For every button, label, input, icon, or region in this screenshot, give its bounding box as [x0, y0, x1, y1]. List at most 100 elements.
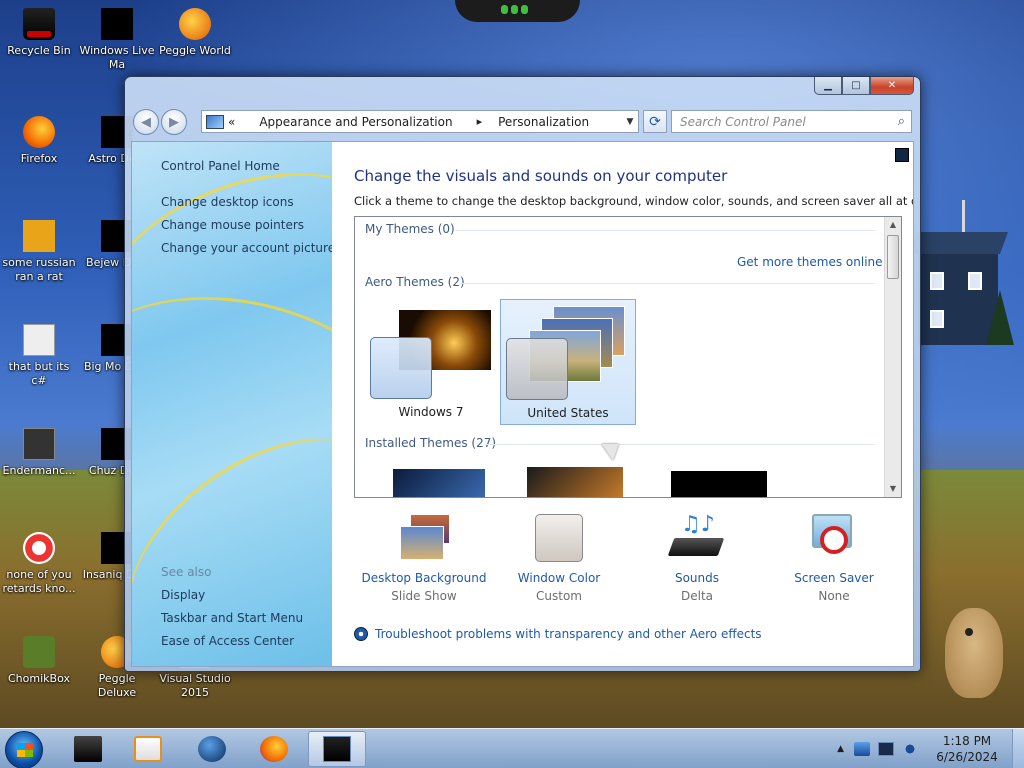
- hamster-gadget[interactable]: [945, 608, 1003, 698]
- page-subtitle: Click a theme to change the desktop back…: [354, 194, 914, 208]
- screen-saver-icon: [806, 514, 862, 562]
- minimize-button[interactable]: ▁: [814, 77, 842, 95]
- peggle-world-icon: [179, 8, 211, 40]
- desktop-icon-windows-live[interactable]: Windows Live Ma: [78, 8, 156, 72]
- windows-7-color-swatch: [370, 337, 432, 399]
- breadcrumb-appearance[interactable]: Appearance and Personalization: [259, 115, 452, 129]
- breadcrumb-overflow[interactable]: «: [228, 115, 235, 129]
- scroll-up-icon[interactable]: ▲: [885, 217, 901, 233]
- search-box[interactable]: Search Control Panel ⌕: [671, 110, 912, 133]
- desktop-icon-russian-rat[interactable]: some russian ran a rat: [0, 220, 78, 284]
- scroll-down-icon[interactable]: ▼: [885, 481, 901, 497]
- system-tray: ▲ 1:18 PM 6/26/2024: [837, 729, 1024, 768]
- main-pane: Change the visuals and sounds on your co…: [332, 142, 914, 666]
- theme-label: Windows 7: [398, 405, 464, 419]
- screen-saver-label[interactable]: Screen Saver: [769, 570, 899, 586]
- desktop-background-option[interactable]: Desktop Background Slide Show: [359, 514, 489, 606]
- search-icon[interactable]: ⌕: [898, 114, 905, 129]
- installed-themes-group[interactable]: Installed Themes (27): [365, 436, 496, 450]
- forward-button[interactable]: ▶: [161, 109, 187, 135]
- page-title: Change the visuals and sounds on your co…: [354, 167, 728, 185]
- address-bar[interactable]: « Appearance and Personalization ▸ Perso…: [201, 110, 639, 133]
- display-link[interactable]: Display: [161, 587, 205, 603]
- clock-date: 6/26/2024: [936, 750, 998, 764]
- aero-themes-group[interactable]: Aero Themes (2): [365, 275, 465, 289]
- get-more-themes-link[interactable]: Get more themes online: [737, 255, 883, 269]
- change-account-picture-link[interactable]: Change your account picture: [161, 240, 332, 256]
- desktop-background-label[interactable]: Desktop Background: [359, 570, 489, 586]
- show-desktop-button[interactable]: [1012, 729, 1024, 768]
- show-hidden-icons-icon[interactable]: ▲: [837, 744, 844, 754]
- refresh-button[interactable]: ⟳: [643, 110, 667, 133]
- window-color-label[interactable]: Window Color: [494, 570, 624, 586]
- desktop-icon-chomikbox[interactable]: ChomikBox: [0, 636, 78, 686]
- back-button[interactable]: ◀: [133, 109, 159, 135]
- taskbar-start-menu-link[interactable]: Taskbar and Start Menu: [161, 610, 303, 626]
- troubleshoot-aero-link[interactable]: Troubleshoot problems with transparency …: [354, 627, 762, 641]
- desktop-icon-endermanch[interactable]: Endermanc...: [0, 428, 78, 478]
- desktop-icon-csharp[interactable]: that but its c#: [0, 324, 78, 388]
- firefox-icon: [260, 736, 288, 762]
- desktop-icon-recycle-bin[interactable]: Recycle Bin: [0, 8, 78, 58]
- terminal-icon: [23, 428, 55, 460]
- troubleshoot-icon: [354, 627, 368, 641]
- app-box-icon: [74, 736, 102, 762]
- window-color-icon: [531, 514, 587, 562]
- desktop-icon-firefox[interactable]: Firefox: [0, 116, 78, 166]
- firefox-icon: [23, 116, 55, 148]
- breadcrumb-separator-icon[interactable]: ▸: [477, 115, 483, 128]
- troubleshoot-label[interactable]: Troubleshoot problems with transparency …: [375, 627, 762, 641]
- window-color-value: Custom: [536, 589, 582, 603]
- sounds-option[interactable]: ♫♪ Sounds Delta: [632, 514, 762, 606]
- taskbar-control-panel[interactable]: [308, 731, 366, 767]
- screen-saver-value: None: [818, 589, 850, 603]
- copy-file-icon: [23, 324, 55, 356]
- clock[interactable]: 1:18 PM 6/26/2024: [922, 733, 1012, 765]
- sounds-label[interactable]: Sounds: [632, 570, 762, 586]
- start-button[interactable]: [5, 731, 43, 768]
- desktop-background-icon: [396, 514, 452, 562]
- volume-icon[interactable]: [902, 742, 918, 756]
- window-color-option[interactable]: Window Color Custom: [494, 514, 624, 606]
- taskbar-globe[interactable]: [186, 731, 238, 767]
- clock-time: 1:18 PM: [942, 734, 992, 748]
- change-desktop-icons-link[interactable]: Change desktop icons: [161, 194, 294, 210]
- taskbar: ▲ 1:18 PM 6/26/2024: [0, 728, 1024, 768]
- globe-icon: [198, 736, 226, 762]
- address-dropdown-icon[interactable]: ▼: [622, 117, 638, 127]
- control-panel-icon: [206, 114, 224, 129]
- theme-windows-7[interactable]: Windows 7: [363, 299, 499, 425]
- control-panel-home-link[interactable]: Control Panel Home: [161, 158, 280, 174]
- desktop-background-value: Slide Show: [391, 589, 457, 603]
- taskbar-app-1[interactable]: [62, 731, 114, 767]
- installed-theme-thumb-2[interactable]: [527, 467, 623, 497]
- media-player-icon: [134, 736, 162, 762]
- personalization-window[interactable]: ▁ □ ✕ ◀ ▶ « Appearance and Personalizati…: [124, 76, 921, 672]
- see-also-heading: See also: [161, 565, 212, 579]
- maximize-button[interactable]: □: [842, 77, 870, 95]
- united-states-color-swatch: [506, 338, 568, 400]
- help-icon[interactable]: [895, 148, 909, 162]
- close-button[interactable]: ✕: [870, 77, 914, 95]
- installed-theme-thumb-3[interactable]: [671, 471, 767, 497]
- sounds-value: Delta: [680, 589, 713, 603]
- change-mouse-pointers-link[interactable]: Change mouse pointers: [161, 217, 304, 233]
- network-icon[interactable]: [878, 742, 894, 756]
- ease-of-access-link[interactable]: Ease of Access Center: [161, 633, 294, 649]
- top-gadget: [455, 0, 580, 22]
- scroll-thumb[interactable]: [887, 235, 899, 279]
- theme-united-states[interactable]: United States: [500, 299, 636, 425]
- my-themes-group[interactable]: My Themes (0): [365, 222, 455, 236]
- desktop-icon-none-of-you[interactable]: none of you retards kno...: [0, 532, 78, 596]
- wallpaper-tree: [986, 290, 1014, 345]
- sounds-icon: ♫♪: [667, 514, 725, 562]
- taskbar-media-player[interactable]: [122, 731, 174, 767]
- theme-list-scrollbar[interactable]: ▲ ▼: [884, 217, 901, 497]
- taskbar-firefox[interactable]: [248, 731, 300, 767]
- breadcrumb-personalization[interactable]: Personalization: [498, 115, 589, 129]
- theme-list[interactable]: My Themes (0) Get more themes online Aer…: [354, 216, 902, 498]
- action-center-icon[interactable]: [854, 742, 870, 756]
- desktop-icon-peggle-world[interactable]: Peggle World: [156, 8, 234, 58]
- installed-theme-thumb-1[interactable]: [393, 469, 485, 497]
- screen-saver-option[interactable]: Screen Saver None: [769, 514, 899, 606]
